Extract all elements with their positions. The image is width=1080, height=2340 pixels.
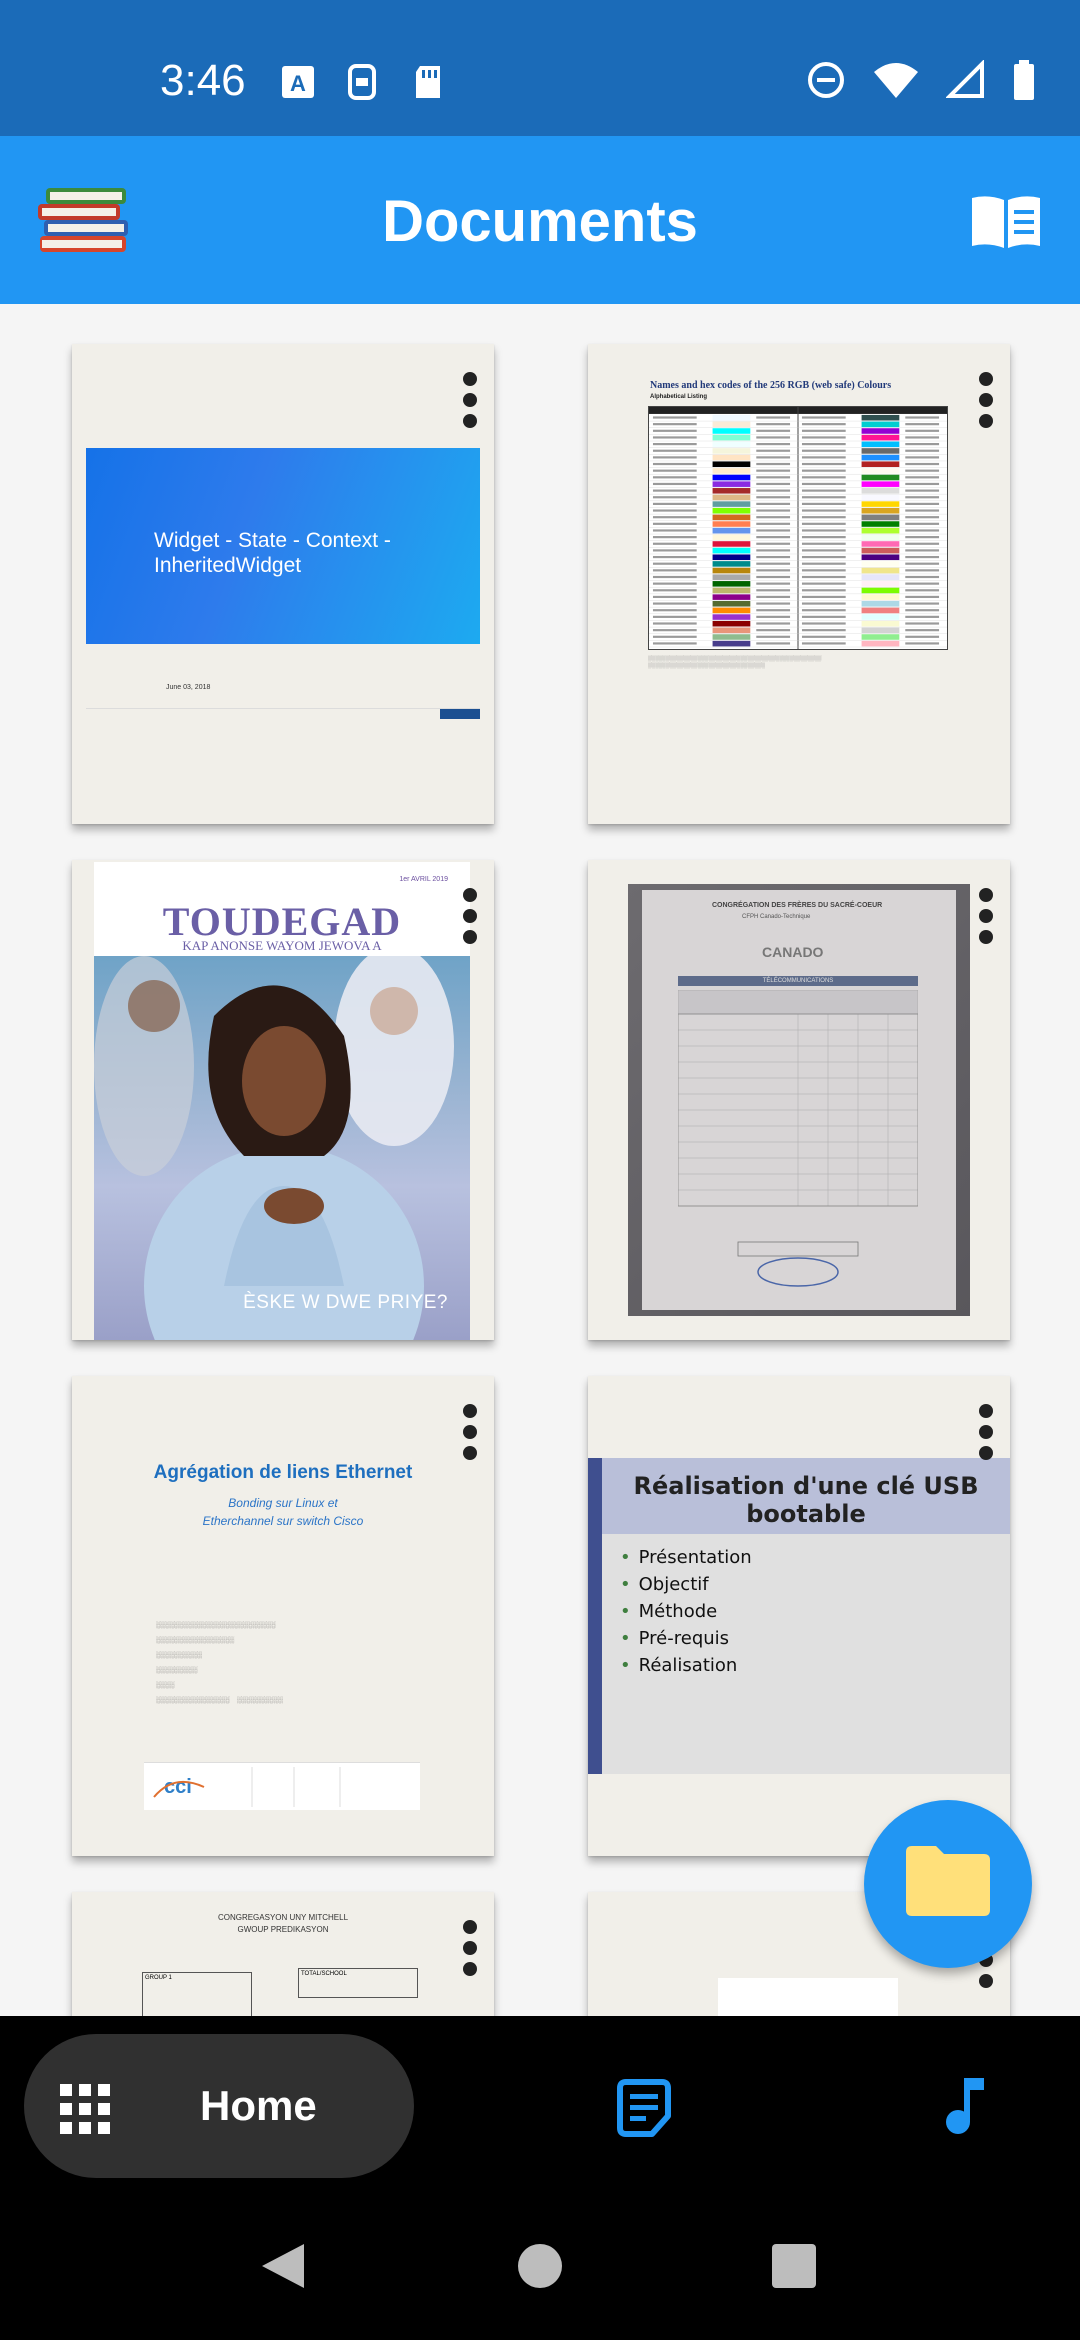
subtitle-line: Etherchannel sur switch Cisco: [202, 1514, 364, 1528]
slide-date: June 03, 2018: [166, 684, 211, 691]
nav-home[interactable]: Home: [24, 2034, 414, 2178]
document-card[interactable]: CONGRÉGATION DES FRÈRES DU SACRÉ-COEUR C…: [588, 860, 1010, 1340]
document-subtitle: Bonding sur Linux et Etherchannel sur sw…: [72, 1494, 494, 1530]
table-box: TOTAL/SCHOOL: [298, 1968, 418, 1998]
bullet-item: Réalisation: [620, 1652, 752, 1679]
color-table-thumbnail: [648, 406, 948, 650]
more-options-icon[interactable]: [460, 1404, 480, 1460]
wifi-icon: [874, 63, 918, 98]
slide-footer: [86, 708, 480, 719]
app-bar: Documents: [0, 136, 1080, 304]
cover-photo: ÈSKE W DWE PRIYE?: [94, 956, 470, 1340]
do-not-disturb-icon: [808, 62, 844, 98]
page-title: Documents: [382, 189, 698, 254]
system-navigation-bar: [0, 2196, 1080, 2340]
more-options-icon[interactable]: [460, 372, 480, 428]
bullet-item: Présentation: [620, 1544, 752, 1571]
document-thumbnail: 1er AVRIL 2019 TOUDEGAD KAP ANONSE WAYOM…: [94, 862, 470, 1340]
slide-title: Réalisation d'une clé USB bootable: [633, 1472, 979, 1528]
nav-music-icon[interactable]: [944, 2076, 988, 2136]
title-line: GWOUP PREDIKASYON: [237, 1925, 329, 1934]
scan-brand: CANADO: [762, 944, 824, 960]
folder-icon: [906, 1846, 990, 1916]
signal-icon: [946, 60, 984, 98]
bullet-item: Pré-requis: [620, 1625, 752, 1652]
document-metadata: ░░░░░░░░░░░░░░░░░░░░░░░░░░ ░░░░░░░░░░░░░░…: [156, 1622, 283, 1704]
book-open-icon[interactable]: [968, 192, 1044, 252]
status-bar: 3:46 A: [0, 0, 1080, 136]
document-thumbnail: [718, 1978, 898, 2016]
battery-icon: [1014, 60, 1034, 100]
recents-icon[interactable]: [772, 2244, 816, 2288]
document-card[interactable]: Réalisation d'une clé USB bootable Prése…: [588, 1376, 1010, 1856]
document-card[interactable]: Widget - State - Context - InheritedWidg…: [72, 344, 494, 824]
magazine-tagline: KAP ANONSE WAYOM JEWOVA A: [182, 938, 382, 953]
slide-bullets: Présentation Objectif Méthode Pré-requis…: [620, 1544, 752, 1679]
scanned-document-thumbnail: CONGRÉGATION DES FRÈRES DU SACRÉ-COEUR C…: [628, 884, 970, 1316]
open-folder-button[interactable]: [864, 1800, 1032, 1968]
document-grid: Widget - State - Context - InheritedWidg…: [0, 304, 1080, 2016]
document-title: CONGREGASYON UNY MITCHELL GWOUP PREDIKAS…: [72, 1912, 494, 1936]
document-title: Names and hex codes of the 256 RGB (web …: [650, 380, 892, 391]
status-time: 3:46: [160, 56, 246, 105]
sim-icon: [348, 64, 376, 100]
more-options-icon[interactable]: [460, 888, 480, 944]
bottom-navigation: Home: [0, 2016, 1080, 2196]
magazine-date: 1er AVRIL 2019: [399, 876, 448, 883]
nav-home-label: Home: [200, 2082, 317, 2129]
document-thumbnail: Widget - State - Context - InheritedWidg…: [86, 448, 480, 644]
title-line: CONGREGASYON UNY MITCHELL: [217, 1913, 349, 1922]
document-card[interactable]: 1er AVRIL 2019 TOUDEGAD KAP ANONSE WAYOM…: [72, 860, 494, 1340]
slide-title: Widget - State - Context - InheritedWidg…: [154, 529, 391, 577]
more-options-icon[interactable]: [976, 1404, 996, 1460]
home-icon[interactable]: [518, 2244, 562, 2288]
more-options-icon[interactable]: [460, 1920, 480, 1976]
partner-logos: cci: [144, 1762, 420, 1810]
scan-subheader: CFPH Canado-Technique: [742, 914, 811, 920]
table-box: GROUP 1: [142, 1972, 252, 2016]
nav-notes-icon[interactable]: [614, 2078, 674, 2138]
document-card[interactable]: Names and hex codes of the 256 RGB (web …: [588, 344, 1010, 824]
keyboard-a-icon: A: [282, 66, 314, 98]
svg-text:cci: cci: [164, 1776, 192, 1798]
document-card[interactable]: Agrégation de liens Ethernet Bonding sur…: [72, 1376, 494, 1856]
back-icon[interactable]: [258, 2240, 306, 2292]
document-title: Agrégation de liens Ethernet: [153, 1462, 413, 1483]
more-options-icon[interactable]: [976, 888, 996, 944]
subtitle-line: Bonding sur Linux et: [228, 1496, 338, 1510]
document-thumbnail: Réalisation d'une clé USB bootable Prése…: [588, 1458, 1010, 1774]
document-card[interactable]: CONGREGASYON UNY MITCHELL GWOUP PREDIKAS…: [72, 1892, 494, 2016]
document-footnote: ░░░░░░░░░░░░░░░░░░░░░░░░░░░░░░░░░░░░░░░░…: [648, 656, 822, 669]
cover-caption: ÈSKE W DWE PRIYE?: [243, 1292, 448, 1313]
sd-card-icon: [416, 66, 440, 98]
scan-header: CONGRÉGATION DES FRÈRES DU SACRÉ-COEUR: [712, 902, 883, 909]
document-subtitle: Alphabetical Listing: [650, 394, 708, 400]
bullet-item: Objectif: [620, 1571, 752, 1598]
bullet-item: Méthode: [620, 1598, 752, 1625]
more-options-icon[interactable]: [976, 372, 996, 428]
apps-grid-icon: [60, 2084, 110, 2134]
svg-text:A: A: [290, 71, 306, 96]
scan-section: TÉLÉCOMMUNICATIONS: [678, 976, 918, 986]
